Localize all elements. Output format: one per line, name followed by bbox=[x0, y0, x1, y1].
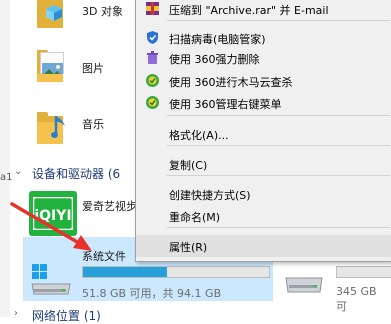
menu-item-label: 重命名(M) bbox=[169, 211, 221, 224]
menu-item[interactable]: 复制(C) bbox=[136, 153, 391, 175]
shield-icon bbox=[147, 31, 158, 44]
chevron-down-icon[interactable]: ⌄ bbox=[14, 166, 22, 177]
menu-item-label: 复制(C) bbox=[169, 159, 208, 172]
menu-item[interactable]: 属性(R) bbox=[136, 235, 391, 257]
menu-item-label: 创建快捷方式(S) bbox=[169, 189, 251, 202]
nav-pane-clipped-text: a1 bbox=[0, 172, 13, 183]
menu-item[interactable]: 扫描病毒(电脑管家) bbox=[136, 27, 391, 49]
menu-item[interactable]: 重命名(M) bbox=[136, 205, 391, 227]
chevron-right-icon[interactable]: › bbox=[14, 308, 18, 319]
360-security-icon bbox=[146, 74, 159, 87]
menu-item-label: 使用 360管理右键菜单 bbox=[169, 98, 282, 111]
menu-item-label: 使用 360强力删除 bbox=[169, 53, 260, 66]
folder-label-pictures[interactable]: 图片 bbox=[82, 60, 104, 76]
menu-separator bbox=[167, 175, 390, 176]
menu-separator bbox=[167, 20, 390, 21]
menu-item[interactable]: 使用 360强力删除 bbox=[136, 47, 391, 69]
section-header-network[interactable]: 网络位置 (1) bbox=[32, 307, 101, 324]
winrar-icon bbox=[146, 2, 159, 15]
menu-item-label: 使用 360进行木马云查杀 bbox=[169, 76, 293, 89]
iqiyi-app-icon[interactable]: iQIYI bbox=[29, 191, 77, 236]
device-label-iqiyi[interactable]: 爱奇艺视步 bbox=[82, 198, 137, 214]
svg-text:iQIYI: iQIYI bbox=[34, 208, 71, 224]
menu-item[interactable]: 压缩到 "Archive.rar" 并 E-mail bbox=[136, 0, 391, 20]
menu-separator bbox=[167, 145, 390, 146]
folder-label-3d-objects[interactable]: 3D 对象 bbox=[82, 3, 123, 19]
menu-item[interactable]: 创建快捷方式(S) bbox=[136, 183, 391, 205]
drive-capacity-second: 345 GB 可 bbox=[336, 285, 377, 313]
drive-capacity-system: 51.8 GB 可用，共 94.1 GB bbox=[82, 287, 222, 300]
hard-drive-icon[interactable] bbox=[284, 270, 324, 296]
menu-item-label: 压缩到 "Archive.rar" 并 E-mail bbox=[169, 4, 329, 17]
navigation-pane-edge: a1 bbox=[0, 0, 13, 317]
folder-label-music[interactable]: 音乐 bbox=[82, 116, 104, 132]
pictures-folder-icon[interactable] bbox=[37, 50, 67, 84]
360-security-icon bbox=[146, 96, 159, 109]
menu-item-label: 扫描病毒(电脑管家) bbox=[169, 33, 266, 46]
menu-item[interactable]: 格式化(A)... bbox=[136, 123, 391, 145]
windows-drive-icon[interactable] bbox=[28, 262, 73, 298]
menu-separator bbox=[167, 227, 390, 228]
menu-item[interactable]: 使用 360管理右键菜单 bbox=[136, 92, 391, 114]
drive-usage-bar-system bbox=[82, 266, 270, 278]
drive-usage-fill-system bbox=[83, 267, 167, 277]
section-header-devices[interactable]: 设备和驱动器 (6 bbox=[32, 165, 120, 182]
drive-usage-bar-second bbox=[336, 266, 391, 278]
3d-objects-folder-icon[interactable] bbox=[37, 0, 67, 30]
menu-item-label: 格式化(A)... bbox=[169, 129, 229, 142]
trash-360-icon bbox=[147, 51, 158, 64]
context-menu: 压缩到 "Archive.rar" 并 E-mail 扫描病毒(电脑管家) 使用 3… bbox=[135, 0, 391, 262]
music-folder-icon[interactable] bbox=[37, 112, 67, 146]
menu-separator bbox=[167, 115, 390, 116]
menu-item-label: 属性(R) bbox=[169, 241, 208, 254]
drive-label-system[interactable]: 系统文件 bbox=[82, 248, 126, 264]
menu-item[interactable]: 使用 360进行木马云查杀 bbox=[136, 70, 391, 92]
